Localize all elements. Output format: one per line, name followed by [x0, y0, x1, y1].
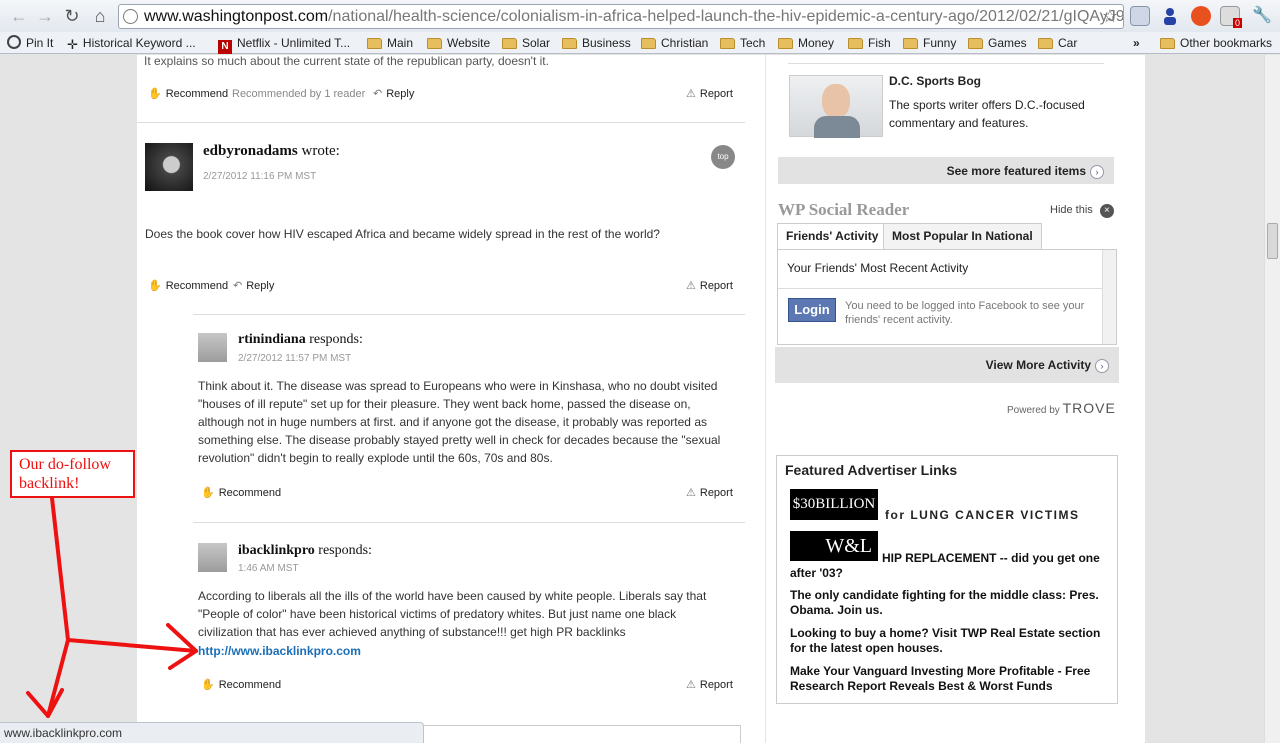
- arrow-shaft-to-status: [46, 638, 70, 718]
- arrowhead-link: [166, 623, 198, 670]
- status-bar: www.ibacklinkpro.com: [0, 722, 424, 743]
- annotation-callout: Our do-follow backlink!: [10, 450, 135, 498]
- arrow-shaft-vertical: [50, 496, 70, 642]
- arrow-shaft-to-link: [66, 638, 198, 653]
- arrowhead-status: [26, 688, 64, 718]
- annotation-arrows: [26, 496, 198, 718]
